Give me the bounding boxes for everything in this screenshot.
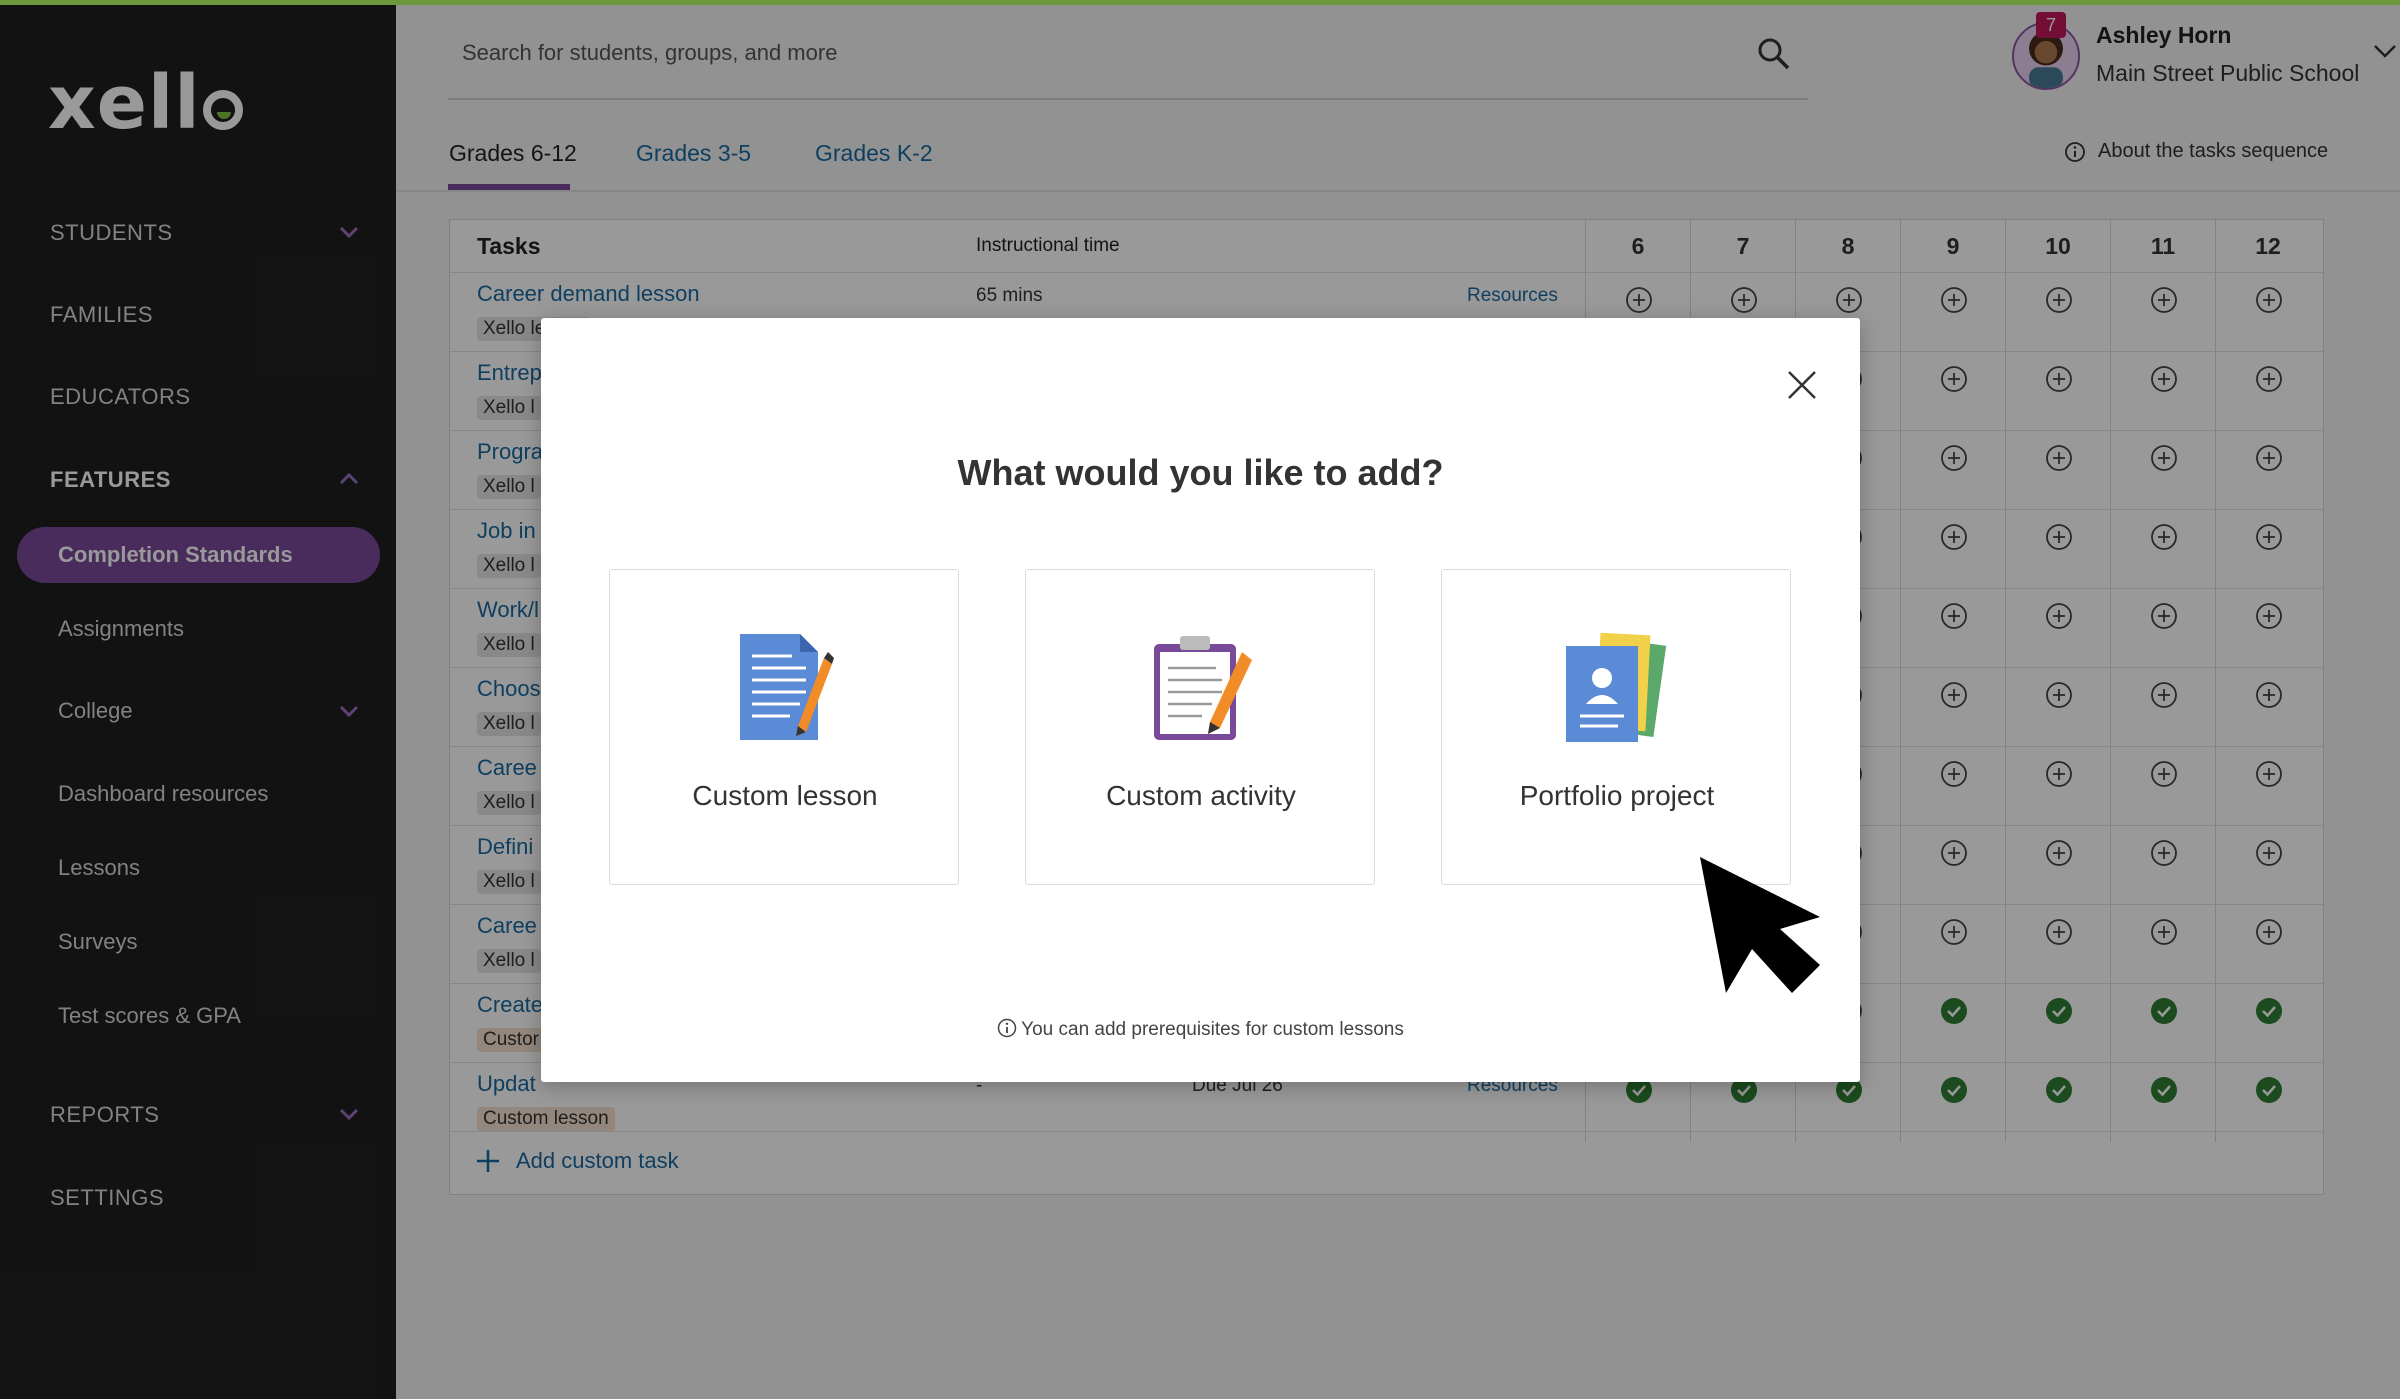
- portfolio-project-label: Portfolio project: [1519, 780, 1715, 811]
- prerequisites-note: You can add prerequisites for custom les…: [541, 1018, 1860, 1041]
- prerequisites-note-text: You can add prerequisites for custom les…: [1021, 1019, 1404, 1040]
- mouse-cursor-icon: [1700, 857, 1820, 993]
- custom-lesson-label: Custom lesson: [692, 780, 878, 811]
- document-pencil-icon: [740, 634, 834, 740]
- custom-activity-option[interactable]: Custom activity: [1025, 569, 1375, 885]
- top-accent-line: [0, 0, 2400, 5]
- portfolio-cards-icon: [1566, 632, 1667, 742]
- portfolio-project-option[interactable]: Portfolio project: [1441, 569, 1791, 885]
- close-icon[interactable]: [1783, 366, 1821, 404]
- modal-title: What would you like to add?: [957, 452, 1444, 493]
- clipboard-pencil-icon: [1154, 636, 1252, 740]
- custom-lesson-option[interactable]: Custom lesson: [609, 569, 959, 885]
- add-task-modal: What would you like to add? Custom lesso…: [541, 318, 1860, 1082]
- info-icon: [997, 1018, 1017, 1038]
- custom-activity-label: Custom activity: [1106, 780, 1296, 811]
